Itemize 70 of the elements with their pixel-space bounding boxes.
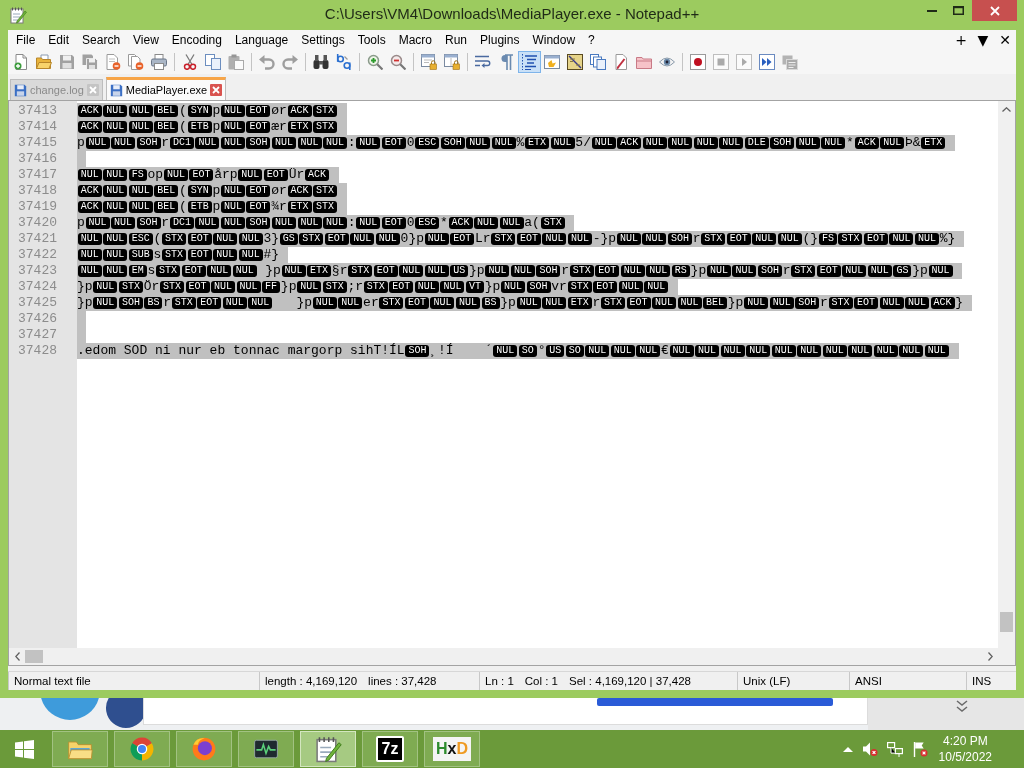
line-number: 37417 [17,167,58,183]
status-field: ANSI [855,675,882,687]
line-number: 37413 [17,103,58,119]
close-icon[interactable] [210,84,223,96]
menu-item[interactable]: Run [438,30,474,50]
line-number: 37426 [17,311,58,327]
line-number: 37419 [17,199,58,215]
menu-item[interactable]: Encoding [165,30,229,50]
line-number: 37424 [17,279,58,295]
line-number: 37414 [17,119,58,135]
status-field: length : 4,169,120 [265,675,358,687]
speaker-muted-icon[interactable] [861,741,878,757]
menu-item[interactable]: Search [75,30,127,50]
segmented-circle-icon[interactable] [128,735,156,763]
line-number: 37420 [17,215,58,231]
flag-icon[interactable] [911,741,928,757]
status-field: Col : 1 [524,675,559,687]
line-number: 37422 [17,247,58,263]
close-button[interactable]: ✕ [994,30,1016,50]
plus-button[interactable]: + [950,30,972,50]
window-title: C:\Users\VM4\Downloads\MediaPlayer.exe - Notepad++ [324,4,700,24]
menu-item[interactable]: Plugins [473,30,526,50]
taskbar-button[interactable]: HxD [424,731,480,767]
chevron-up-icon[interactable] [1002,107,1011,112]
line-number: 37421 [17,231,58,247]
network-icon[interactable] [886,741,903,757]
line-number: 37415 [17,135,58,151]
status-field: Ln : 1 [485,675,514,687]
app-logo: HxD [433,737,471,761]
menu-item[interactable]: Tools [351,30,393,50]
close-icon[interactable] [989,5,1000,16]
taskbar-button[interactable]: 7z [362,731,418,767]
maximize-icon[interactable] [953,6,964,15]
fox-globe-icon[interactable] [190,735,218,763]
four-pane-logo-icon[interactable] [14,739,34,759]
horizontal-scrollbar[interactable] [9,648,998,665]
scroll-thumb[interactable] [1000,612,1013,632]
app-logo: 7z [375,736,405,762]
tab[interactable]: MediaPlayer.exe [105,77,227,100]
menu-item[interactable]: View [126,30,166,50]
menu-item[interactable]: Settings [294,30,352,50]
line-number: 37425 [17,295,58,311]
menu-item[interactable]: Language [228,30,295,50]
status-field: lines : 37,428 [368,675,437,687]
chevron-right-icon[interactable] [988,652,993,661]
menu-item[interactable]: Macro [392,30,439,50]
double-chevron-icon[interactable] [956,700,968,712]
status-field: Sel : 4,169,120 | 37,428 [569,675,691,687]
line-number: 37418 [17,183,58,199]
menu-item[interactable]: File [9,30,42,50]
menu-item[interactable]: Window [525,30,582,50]
notepad-icon [9,6,27,24]
menu-item[interactable]: Edit [41,30,76,50]
dropdown-button[interactable]: ▼ [972,30,994,50]
line-number: 37427 [17,327,58,343]
menu-item[interactable]: ? [581,30,602,50]
chevron-left-icon[interactable] [15,652,20,661]
status-field: Normal text file [14,675,91,687]
minimize-icon[interactable] [926,9,937,12]
close-button[interactable] [972,0,1017,21]
status-field: Unix (LF) [743,675,791,687]
line-number: 37428 [17,343,58,359]
up-triangle-icon[interactable] [842,746,853,752]
notepad-icon[interactable] [314,735,342,763]
line-number: 37416 [17,151,58,167]
vertical-scrollbar[interactable] [998,101,1015,648]
line-number: 37423 [17,263,58,279]
taskbar-button[interactable] [300,731,356,767]
scroll-thumb[interactable] [25,650,43,663]
status-field: INS [972,675,992,687]
